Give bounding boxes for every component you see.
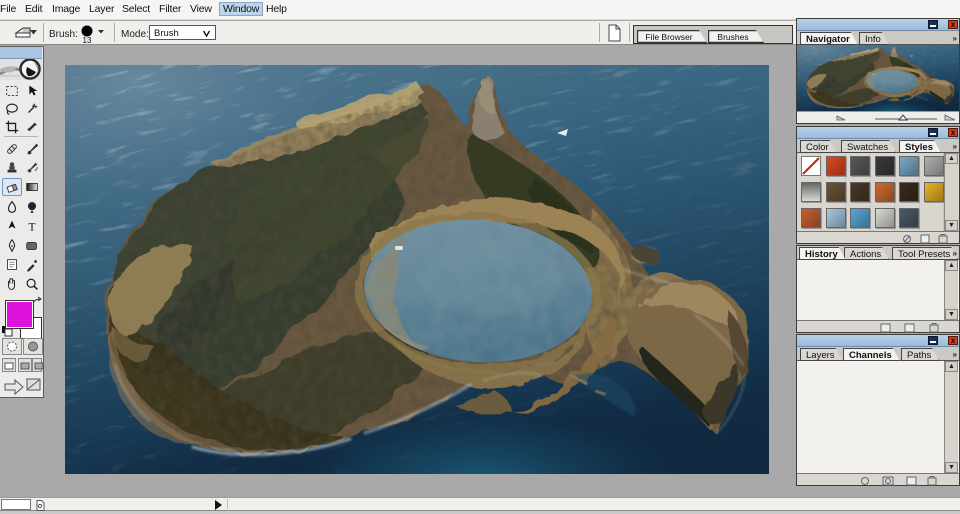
svg-text:13: 13 — [83, 36, 92, 44]
svg-text:T: T — [28, 221, 35, 233]
